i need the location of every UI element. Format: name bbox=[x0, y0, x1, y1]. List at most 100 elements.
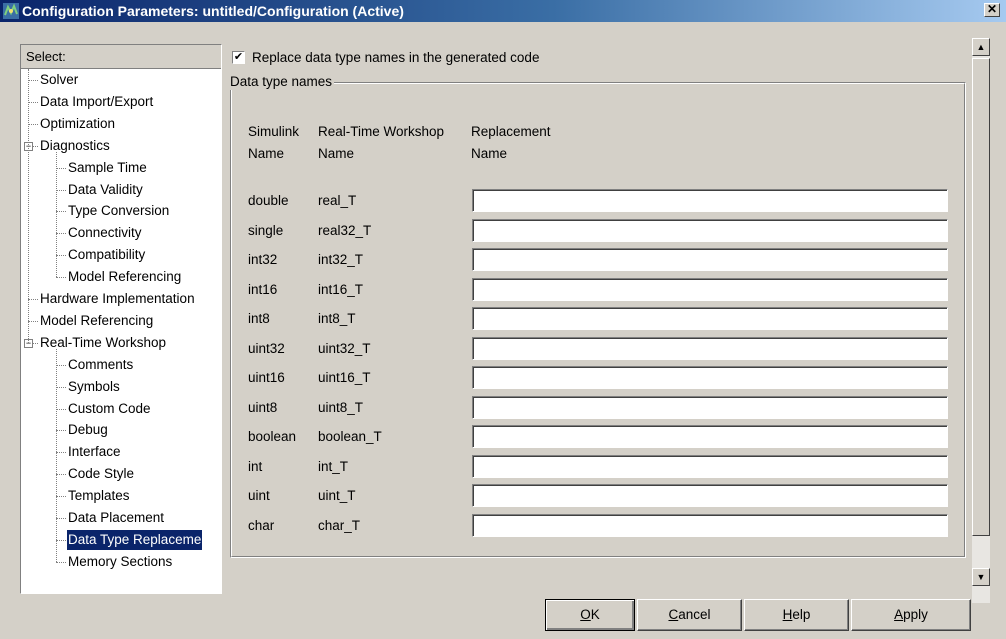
tree-connector bbox=[56, 277, 66, 279]
tree-item[interactable]: Data Placement bbox=[67, 508, 165, 528]
replacement-name-input[interactable] bbox=[472, 248, 948, 271]
simulink-type-name: int8 bbox=[248, 311, 270, 326]
tree-branch bbox=[56, 348, 57, 562]
tree-item[interactable]: Custom Code bbox=[67, 399, 152, 419]
replacement-name-input[interactable] bbox=[472, 454, 948, 478]
help-label: elp bbox=[792, 607, 811, 622]
tree-item-label: Comments bbox=[68, 356, 134, 372]
replacement-name-input[interactable] bbox=[472, 395, 948, 419]
tree-item-label: Symbols bbox=[68, 378, 120, 394]
tree-connector bbox=[28, 299, 38, 300]
simulink-type-name: uint32 bbox=[248, 340, 285, 356]
rtw-type-name: int32_T bbox=[318, 252, 364, 267]
tree-connector bbox=[56, 518, 66, 519]
tree-panel: Select: Solver Data Import/Export Optimiza… bbox=[20, 44, 222, 594]
tree-item[interactable]: Real-Time Workshop bbox=[39, 333, 167, 353]
tree-item-label: Data Placement bbox=[68, 510, 165, 525]
cancel-label: ancel bbox=[678, 607, 711, 622]
tree-item-label: Real-Time Workshop bbox=[40, 334, 167, 350]
tree-connector bbox=[56, 430, 66, 432]
tree-item[interactable]: Symbols bbox=[67, 377, 121, 397]
simulink-app-icon bbox=[3, 3, 19, 19]
simulink-type-name: boolean bbox=[248, 429, 297, 444]
rtw-type-name: uint8_T bbox=[318, 399, 364, 415]
replace-names-checkbox[interactable]: ✔ bbox=[232, 51, 245, 64]
tree-connector bbox=[56, 189, 66, 191]
tree-item[interactable]: Code Style bbox=[67, 464, 135, 484]
tree-item-label: Compatibility bbox=[68, 247, 146, 263]
vertical-scrollbar[interactable]: ▲ ▼ bbox=[972, 38, 990, 603]
tree-item[interactable]: Sample Time bbox=[67, 158, 148, 178]
tree-connector bbox=[56, 496, 66, 498]
tree-item[interactable]: Data Type Replaceme bbox=[67, 529, 203, 550]
replacement-name-input[interactable] bbox=[472, 425, 948, 448]
tree-connector bbox=[56, 255, 66, 257]
ok-mnemonic: O bbox=[580, 607, 591, 622]
tree-item[interactable]: Model Referencing bbox=[67, 267, 182, 287]
replacement-header-line2: Name bbox=[471, 146, 508, 161]
tree-item[interactable]: Templates bbox=[67, 486, 131, 506]
tree-connector bbox=[28, 123, 38, 125]
tree-connector bbox=[56, 167, 66, 169]
window-title: Configuration Parameters: untitled/Confi… bbox=[22, 3, 404, 19]
replacement-name-input[interactable] bbox=[472, 484, 948, 507]
help-button[interactable]: Help bbox=[744, 599, 849, 631]
tree-item-label: Model Referencing bbox=[40, 312, 154, 328]
tree-item[interactable]: Data Validity bbox=[67, 180, 144, 200]
tree-item-label: Debug bbox=[68, 422, 108, 438]
replacement-name-input[interactable] bbox=[472, 277, 948, 301]
tree-item[interactable]: Compatibility bbox=[67, 245, 146, 265]
tree-branch bbox=[56, 151, 57, 278]
apply-button[interactable]: Apply bbox=[851, 599, 971, 631]
tree-item[interactable]: Optimization bbox=[39, 114, 116, 134]
tree-connector bbox=[56, 452, 66, 454]
title-bar[interactable]: Configuration Parameters: untitled/Confi… bbox=[0, 0, 1006, 22]
tree-item[interactable]: Debug bbox=[67, 420, 109, 440]
tree-connector bbox=[56, 408, 66, 410]
tree-connector bbox=[56, 211, 66, 213]
ok-button[interactable]: OK bbox=[545, 599, 635, 631]
tree-item-label: Custom Code bbox=[68, 400, 151, 416]
replacement-name-input[interactable] bbox=[472, 366, 948, 389]
tree-item-label: Code Style bbox=[68, 466, 135, 482]
tree-item[interactable]: Hardware Implementation bbox=[39, 289, 196, 309]
tree-item[interactable]: Memory Sections bbox=[67, 552, 173, 572]
tree-item-label: Optimization bbox=[40, 115, 116, 131]
tree-item-label: Connectivity bbox=[68, 225, 142, 241]
apply-mnemonic: A bbox=[894, 607, 904, 622]
help-mnemonic: H bbox=[782, 607, 793, 622]
cancel-button[interactable]: Cancel bbox=[637, 599, 742, 631]
arrow-up-icon: ▲ bbox=[976, 42, 986, 52]
rtw-type-name: int8_T bbox=[318, 311, 356, 326]
tree-item[interactable]: Data Import/Export bbox=[39, 92, 154, 112]
replacement-name-input[interactable] bbox=[472, 336, 948, 360]
simulink-type-name: double bbox=[248, 193, 289, 208]
replacement-name-input[interactable] bbox=[472, 307, 948, 330]
tree-trunk bbox=[28, 69, 29, 343]
scroll-thumb[interactable] bbox=[972, 58, 990, 536]
tree-item[interactable]: Diagnostics bbox=[39, 136, 111, 156]
close-button[interactable]: ✕ bbox=[984, 3, 1000, 17]
tree-item[interactable]: Solver bbox=[39, 70, 79, 90]
tree-connector bbox=[28, 320, 38, 322]
main-content: ✔ Replace data type names in the generat… bbox=[228, 44, 972, 594]
tree-item[interactable]: Interface bbox=[67, 442, 122, 462]
scroll-down-button[interactable]: ▼ bbox=[972, 568, 990, 586]
cancel-mnemonic: C bbox=[668, 607, 679, 622]
simulink-type-name: char bbox=[248, 517, 275, 533]
tree-connector bbox=[56, 364, 66, 366]
replace-names-label: Replace data type names in the generated… bbox=[252, 50, 540, 65]
rtw-header-line2: Name bbox=[318, 146, 355, 161]
replacement-name-input[interactable] bbox=[472, 218, 948, 242]
tree-item[interactable]: Type Conversion bbox=[67, 201, 170, 221]
replacement-name-input[interactable] bbox=[472, 513, 948, 537]
tree-item[interactable]: Comments bbox=[67, 355, 134, 375]
tree-item-label: Sample Time bbox=[68, 159, 147, 175]
replacement-header-line1: Replacement bbox=[471, 124, 551, 139]
tree-item[interactable]: Connectivity bbox=[67, 223, 143, 243]
scroll-up-button[interactable]: ▲ bbox=[972, 38, 990, 56]
apply-label: pply bbox=[903, 607, 928, 622]
replacement-name-input[interactable] bbox=[472, 189, 948, 212]
tree-item[interactable]: Model Referencing bbox=[39, 311, 154, 331]
rtw-header-line1: Real-Time Workshop bbox=[318, 124, 445, 139]
